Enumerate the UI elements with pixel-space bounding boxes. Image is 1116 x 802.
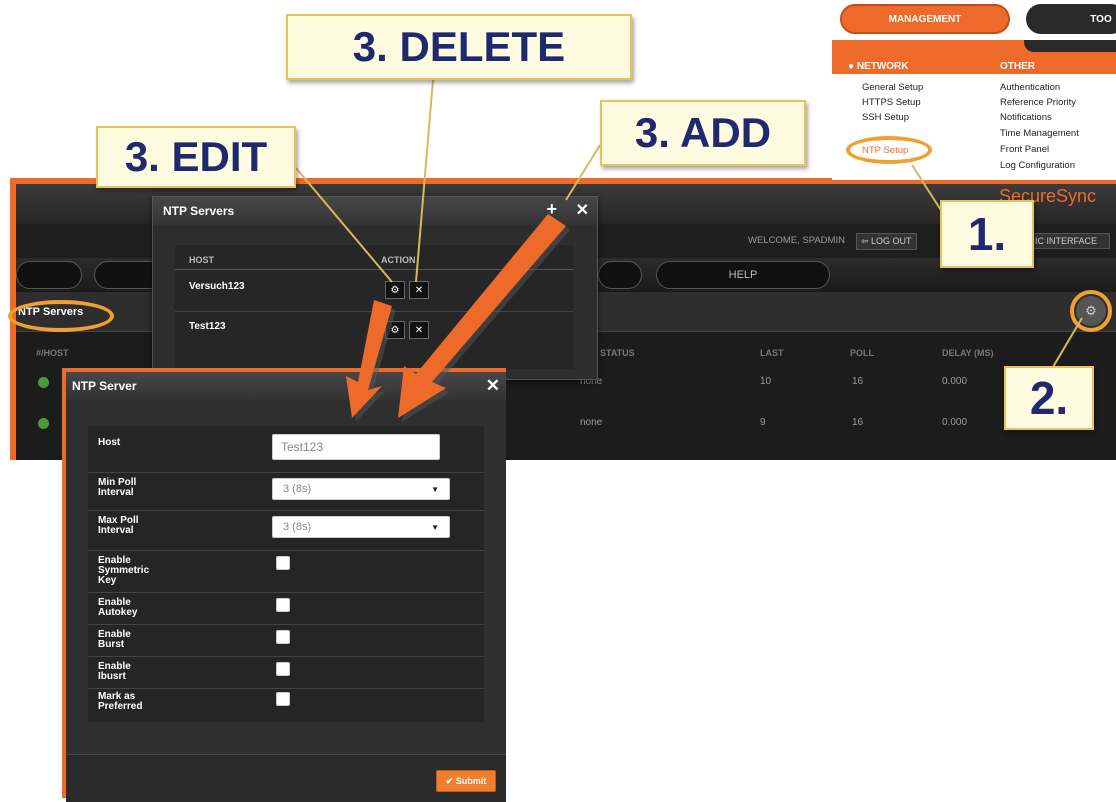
step2-pointer-line: [1049, 317, 1083, 373]
callout-step-2: 2.: [1004, 366, 1094, 430]
edit-pointer-line: [295, 167, 393, 283]
callout-add: 3. ADD: [600, 100, 806, 166]
callout-delete: 3. DELETE: [286, 14, 632, 80]
add-pointer-line: [565, 144, 601, 201]
callout-edit: 3. EDIT: [96, 126, 296, 188]
add-arrow: [398, 214, 566, 418]
callout-step-1: 1.: [940, 200, 1034, 268]
delete-pointer-line: [415, 79, 434, 283]
annotation-overlay: [295, 79, 1083, 422]
